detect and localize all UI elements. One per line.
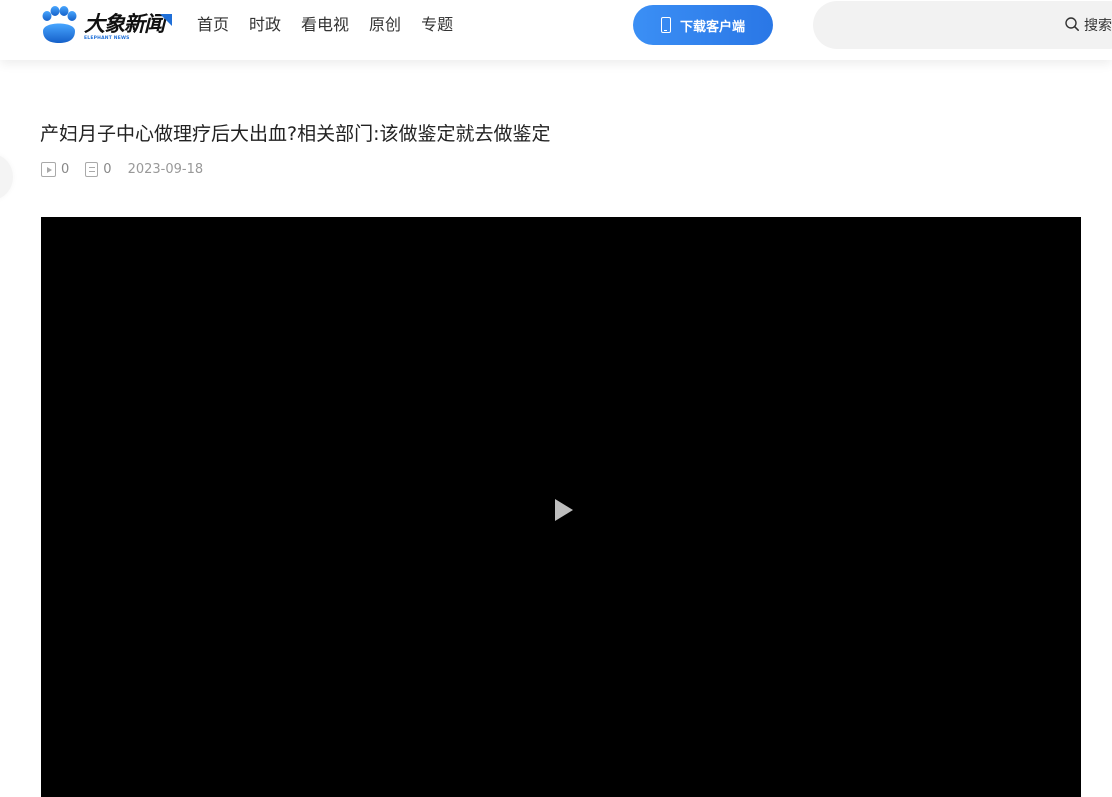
download-app-label: 下载客户端 — [679, 19, 745, 35]
site-logo[interactable]: 大象新闻 ELEPHANT NEWS — [40, 5, 175, 45]
side-float-button[interactable] — [0, 154, 13, 200]
phone-icon — [660, 17, 671, 33]
top-header: 大象新闻 ELEPHANT NEWS 首页 时政 看电视 原创 专题 下载客户端… — [0, 0, 1112, 60]
publish-date: 2023-09-18 — [127, 162, 204, 177]
nav-item-tv[interactable]: 看电视 — [301, 14, 349, 36]
search-input[interactable] — [833, 11, 1053, 39]
logo-text: 大象新闻 ELEPHANT NEWS — [84, 6, 172, 44]
article-title: 产妇月子中心做理疗后大出血?相关部门:该做鉴定就去做鉴定 — [40, 123, 551, 145]
article-meta: 0 0 2023-09-18 — [41, 162, 203, 177]
play-count-value: 0 — [61, 162, 70, 177]
nav-item-original[interactable]: 原创 — [369, 14, 401, 36]
comment-count: 0 — [85, 162, 112, 177]
comment-icon — [85, 162, 99, 177]
search-label[interactable]: 搜索 — [1084, 15, 1112, 35]
play-icon[interactable] — [554, 498, 574, 522]
logo-name-cn: 大象新闻 — [84, 12, 165, 36]
search-icon[interactable] — [1065, 17, 1079, 31]
logo-corner-mark — [160, 14, 172, 26]
play-count-icon — [41, 162, 56, 177]
download-app-button[interactable]: 下载客户端 — [633, 5, 773, 45]
nav-item-politics[interactable]: 时政 — [249, 14, 281, 36]
main-nav: 首页 时政 看电视 原创 专题 — [197, 14, 473, 36]
nav-item-home[interactable]: 首页 — [197, 14, 229, 36]
nav-item-special[interactable]: 专题 — [421, 14, 453, 36]
comment-count-value: 0 — [103, 162, 112, 177]
play-count: 0 — [41, 162, 69, 177]
search-box[interactable]: 搜索 — [813, 1, 1112, 49]
paw-logo-icon — [42, 6, 77, 43]
video-player[interactable] — [41, 217, 1081, 797]
logo-name-en: ELEPHANT NEWS — [84, 36, 130, 41]
